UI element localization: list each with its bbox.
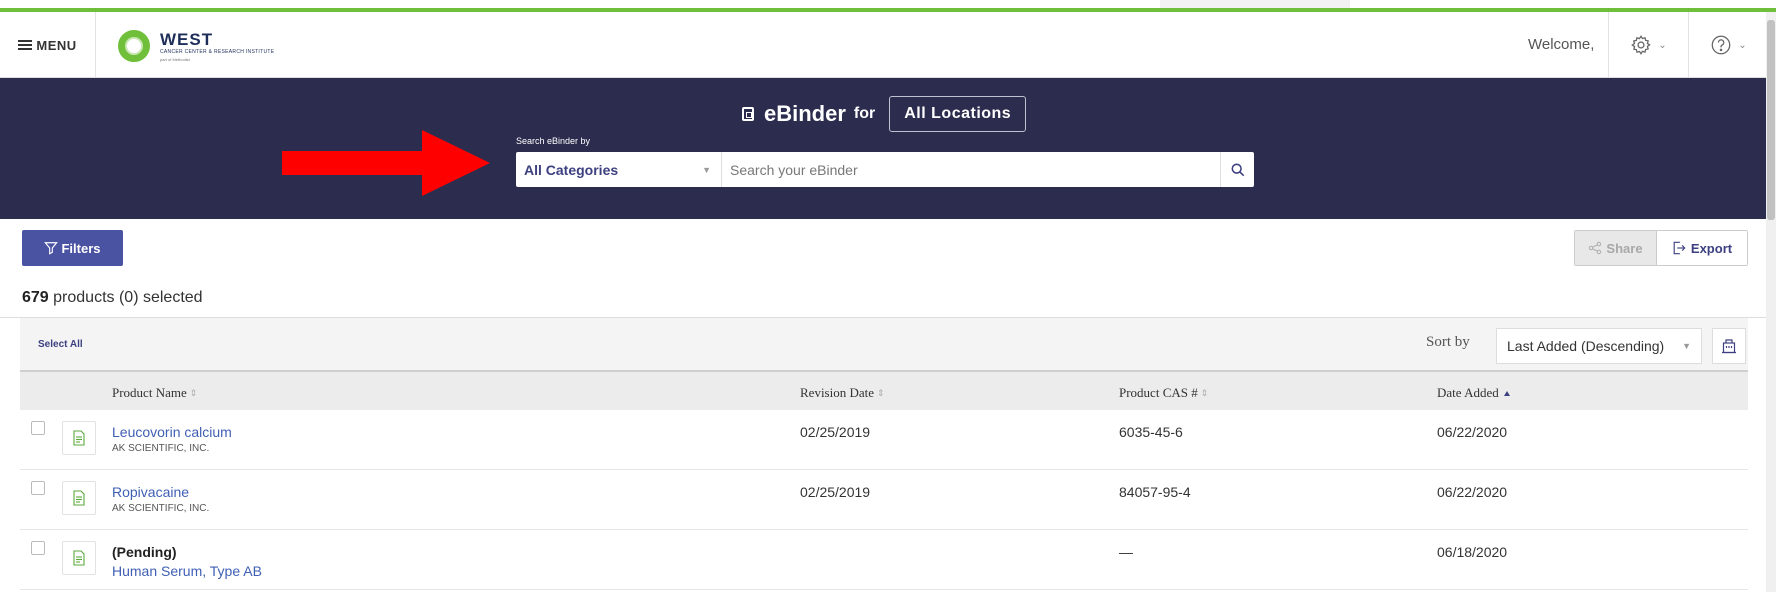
settings-menu-button[interactable]: ⌄: [1608, 12, 1688, 78]
date-added: 06/18/2020: [1437, 544, 1508, 560]
table-row[interactable]: Leucovorin calcium AK SCIENTIFIC, INC. 0…: [20, 410, 1748, 470]
all-locations-button[interactable]: All Locations: [889, 96, 1027, 132]
help-menu-button[interactable]: ⌄: [1688, 12, 1768, 78]
table-row[interactable]: Ropivacaine AK SCIENTIFIC, INC. 02/25/20…: [20, 470, 1748, 530]
ebinder-title: eBinder for All Locations: [742, 96, 1027, 132]
red-arrow-annotation: [282, 130, 490, 196]
hamburger-icon: [18, 40, 33, 50]
funnel-icon: [44, 242, 59, 255]
row-checkbox[interactable]: [31, 481, 45, 495]
revision-date: 02/25/2019: [800, 484, 871, 500]
scrollbar-thumb[interactable]: [1767, 20, 1775, 220]
building-view-button[interactable]: [1712, 328, 1746, 364]
sds-document-button[interactable]: [62, 481, 96, 515]
sort-select[interactable]: Last Added (Descending) ▼: [1496, 328, 1702, 364]
share-export-group: Share Export: [1574, 230, 1748, 266]
share-button[interactable]: Share: [1575, 231, 1657, 265]
sort-value: Last Added (Descending): [1507, 338, 1665, 354]
cas-number: —: [1119, 544, 1133, 560]
share-icon: [1589, 241, 1602, 255]
column-label: Date Added: [1437, 385, 1499, 400]
search-input[interactable]: [722, 152, 1220, 187]
category-select[interactable]: All Categories ▼: [516, 152, 722, 187]
cas-number: 84057-95-4: [1119, 484, 1191, 500]
product-count-number: 679: [22, 289, 49, 306]
building-icon: [1722, 339, 1736, 354]
export-button[interactable]: Export: [1657, 231, 1747, 265]
caret-down-icon: ▼: [1682, 341, 1691, 351]
caret-down-icon: ▼: [702, 164, 711, 175]
table-header: Product Name ⇕ Revision Date ⇕ Product CAS…: [20, 370, 1748, 410]
logo-tagline: part of Methodist: [160, 56, 190, 62]
chevron-down-icon: ⌄: [1738, 39, 1747, 51]
top-accent-strip: [0, 0, 1776, 12]
search-icon: [1231, 163, 1244, 176]
gear-icon: [1631, 35, 1652, 55]
column-label: Product Name: [112, 385, 187, 400]
chevron-down-icon: ⌄: [1658, 39, 1667, 51]
export-icon: [1673, 241, 1686, 255]
category-value: All Categories: [524, 161, 619, 178]
logo-subtitle: CANCER CENTER & RESEARCH INSTITUTE: [160, 48, 275, 55]
sort-icon: ⇕: [877, 387, 885, 398]
share-label: Share: [1606, 240, 1643, 256]
row-checkbox[interactable]: [31, 541, 45, 555]
revision-date: 02/25/2019: [800, 424, 871, 440]
product-name-link[interactable]: Human Serum, Type AB: [112, 563, 262, 579]
document-icon: [73, 490, 85, 506]
logo-name: WEST: [160, 29, 214, 49]
date-added: 06/22/2020: [1437, 424, 1508, 440]
search-button[interactable]: [1220, 152, 1254, 187]
welcome-text: Welcome,: [1528, 36, 1595, 53]
sort-icon: ⇕: [1200, 387, 1209, 398]
table-row[interactable]: (Pending) Human Serum, Type AB — 06/18/2…: [20, 530, 1748, 590]
list-controls: Select All Sort by Last Added (Descendin…: [20, 318, 1748, 370]
company-logo[interactable]: WEST CANCER CENTER & RESEARCH INSTITUTE …: [118, 26, 274, 66]
row-checkbox[interactable]: [31, 421, 45, 435]
column-label: Revision Date: [800, 385, 875, 400]
date-added: 06/22/2020: [1437, 484, 1508, 500]
column-header-date-added[interactable]: Date Added: [1437, 385, 1510, 401]
search-banner: eBinder for All Locations Search eBinder…: [0, 78, 1766, 219]
sort-icon: ⇕: [189, 387, 198, 398]
menu-label: MENU: [36, 37, 77, 53]
logo-text: WEST CANCER CENTER & RESEARCH INSTITUTE …: [160, 31, 274, 62]
pending-status: (Pending): [112, 544, 177, 560]
select-all-link[interactable]: Select All: [38, 339, 83, 350]
page-scrollbar[interactable]: [1766, 12, 1776, 592]
results-toolbar: Filters Share Export: [0, 219, 1766, 279]
ebinder-brand: eBinder: [764, 101, 846, 126]
product-name-link[interactable]: Leucovorin calcium: [112, 424, 232, 440]
sort-ascending-icon: [1503, 390, 1510, 396]
column-label: Product CAS #: [1119, 385, 1198, 400]
top-tab: [1160, 0, 1350, 8]
logo-ring-icon: [118, 30, 150, 62]
search-bar: All Categories ▼: [516, 152, 1254, 187]
column-header-revision-date[interactable]: Revision Date ⇕: [800, 385, 885, 401]
product-count: 679 products (0) selected: [22, 289, 203, 307]
sds-document-button[interactable]: [62, 541, 96, 575]
document-icon: [73, 550, 85, 566]
filters-button[interactable]: Filters: [22, 230, 123, 266]
search-by-label: Search eBinder by: [516, 136, 591, 146]
manufacturer: AK SCIENTIFIC, INC.: [112, 443, 210, 454]
filters-label: Filters: [61, 240, 101, 256]
manufacturer: AK SCIENTIFIC, INC.: [112, 503, 210, 514]
sort-by-label: Sort by: [1426, 334, 1470, 350]
document-icon: [73, 430, 85, 446]
column-header-product-cas[interactable]: Product CAS # ⇕: [1119, 385, 1208, 401]
help-icon: [1711, 35, 1731, 55]
ebinder-icon: [742, 107, 754, 121]
menu-button[interactable]: MENU: [0, 12, 96, 78]
column-header-product-name[interactable]: Product Name ⇕: [112, 385, 197, 401]
cas-number: 6035-45-6: [1119, 424, 1183, 440]
app-header: MENU WEST CANCER CENTER & RESEARCH INSTI…: [0, 12, 1776, 78]
product-count-text: products (0) selected: [48, 289, 203, 306]
sds-document-button[interactable]: [62, 421, 96, 455]
for-label: for: [853, 105, 876, 122]
export-label: Export: [1690, 240, 1733, 256]
product-name-link[interactable]: Ropivacaine: [112, 484, 189, 500]
